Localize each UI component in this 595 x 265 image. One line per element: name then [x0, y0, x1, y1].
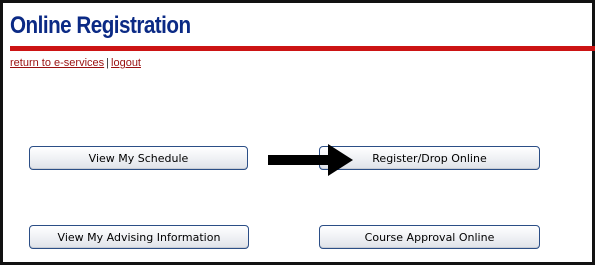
view-my-advising-information-button[interactable]: View My Advising Information	[29, 225, 249, 249]
nav-links: return to e-services | logout	[10, 57, 141, 69]
title-divider	[10, 46, 595, 51]
right-arrow-icon	[268, 144, 353, 176]
logout-link[interactable]: logout	[111, 57, 141, 69]
window-frame: Online Registration return to e-services…	[0, 0, 595, 265]
view-my-schedule-button[interactable]: View My Schedule	[29, 146, 248, 170]
return-to-e-services-link[interactable]: return to e-services	[10, 57, 104, 69]
course-approval-online-button[interactable]: Course Approval Online	[319, 225, 540, 249]
page-title: Online Registration	[10, 12, 191, 39]
link-separator: |	[106, 57, 110, 69]
